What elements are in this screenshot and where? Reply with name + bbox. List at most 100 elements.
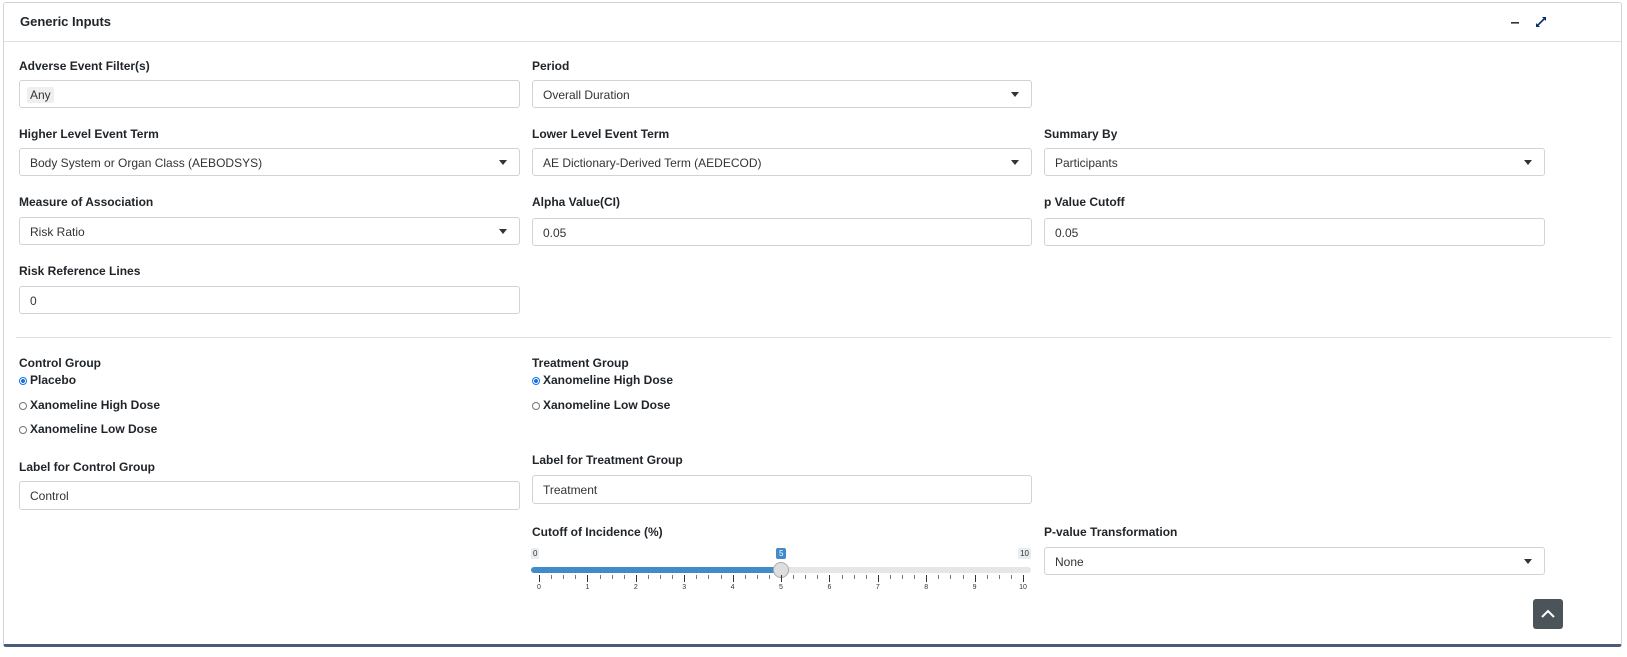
- trt-label-label: Label for Treatment Group: [532, 453, 683, 467]
- alpha-input[interactable]: 0.05: [532, 218, 1032, 246]
- slider-minor-tick: [672, 575, 674, 579]
- caret-down-icon: [499, 229, 507, 234]
- slider-minor-tick: [902, 575, 903, 579]
- control-radio-high-dose[interactable]: Xanomeline High Dose: [19, 398, 160, 412]
- slider-minor-tick: [986, 575, 988, 579]
- scroll-to-top-button[interactable]: [1533, 599, 1563, 629]
- expand-button[interactable]: [1532, 13, 1550, 31]
- slider-minor-tick: [865, 575, 867, 579]
- minus-icon: [1506, 13, 1524, 31]
- slider-minor-tick: [660, 575, 661, 579]
- slider-minor-tick: [793, 575, 795, 579]
- p-cutoff-input[interactable]: 0.05: [1044, 218, 1545, 246]
- slider-minor-tick: [938, 575, 940, 579]
- slider-minor-tick: [623, 575, 625, 579]
- card-title: Generic Inputs: [20, 14, 112, 29]
- period-select[interactable]: Overall Duration: [532, 80, 1032, 108]
- risk-ref-value: 0: [30, 294, 37, 308]
- alpha-value: 0.05: [543, 226, 567, 240]
- cutoff-slider[interactable]: 0 5 10 0 1 2 3 4 5 6 7 8 9 10: [531, 548, 1031, 598]
- radio-label: Xanomeline Low Dose: [543, 398, 671, 412]
- slider-tick-label: 9: [972, 584, 977, 591]
- ctrl-label-label: Label for Control Group: [19, 460, 155, 474]
- caret-down-icon: [1524, 160, 1532, 165]
- radio-unchecked-icon: [532, 402, 540, 410]
- caret-down-icon: [1011, 160, 1019, 165]
- treatment-radio-high-dose[interactable]: Xanomeline High Dose: [532, 373, 673, 387]
- slider-major-tick: [829, 575, 831, 582]
- trt-label-input[interactable]: Treatment: [532, 475, 1032, 504]
- minimize-button[interactable]: [1506, 13, 1524, 31]
- slider-major-tick: [684, 575, 686, 582]
- hlt-select[interactable]: Body System or Organ Class (AEBODSYS): [19, 148, 520, 176]
- slider-value-label: 5: [776, 548, 787, 559]
- slider-tick-label: 1: [585, 584, 590, 591]
- slider-minor-tick: [744, 575, 746, 579]
- slider-major-tick: [587, 575, 589, 582]
- slider-minor-tick: [853, 575, 855, 579]
- slider-minor-tick: [889, 575, 891, 579]
- slider-major-tick: [781, 575, 782, 582]
- slider-minor-tick: [720, 575, 722, 579]
- section-divider: [16, 337, 1611, 338]
- card-header: Generic Inputs: [4, 3, 1621, 42]
- summary-by-value: Participants: [1055, 156, 1118, 170]
- radio-unchecked-icon: [19, 402, 27, 410]
- llt-select[interactable]: AE Dictionary-Derived Term (AEDECOD): [532, 148, 1032, 176]
- slider-minor-tick: [950, 575, 952, 579]
- slider-ticks: 0 1 2 3 4 5 6 7 8 9 10: [531, 575, 1031, 599]
- ctrl-label-value: Control: [30, 489, 69, 503]
- slider-tick-label: 3: [682, 584, 687, 591]
- treatment-group-label: Treatment Group: [532, 356, 629, 370]
- slider-minor-tick: [563, 575, 565, 579]
- llt-value: AE Dictionary-Derived Term (AEDECOD): [543, 156, 762, 170]
- slider-max-label: 10: [1018, 548, 1031, 559]
- risk-ref-label: Risk Reference Lines: [19, 264, 141, 278]
- ae-filter-label: Adverse Event Filter(s): [19, 59, 150, 73]
- radio-label: Placebo: [30, 373, 77, 387]
- slider-minor-tick: [998, 575, 1000, 579]
- measure-label: Measure of Association: [19, 195, 154, 209]
- slider-min-label: 0: [531, 548, 540, 559]
- slider-minor-tick: [611, 575, 613, 579]
- slider-minor-tick: [647, 575, 649, 579]
- slider-major-tick: [539, 575, 540, 582]
- risk-ref-input[interactable]: 0: [19, 286, 520, 314]
- period-value: Overall Duration: [543, 88, 630, 102]
- cutoff-slider-label: Cutoff of Incidence (%): [532, 525, 663, 539]
- pval-transform-label: P-value Transformation: [1044, 525, 1178, 539]
- slider-tick-label: 5: [779, 584, 783, 591]
- control-radio-low-dose[interactable]: Xanomeline Low Dose: [19, 422, 157, 436]
- caret-down-icon: [1011, 92, 1019, 97]
- period-label: Period: [532, 59, 570, 73]
- slider-major-tick: [1023, 575, 1024, 582]
- slider-tick-label: 7: [875, 584, 880, 591]
- caret-down-icon: [1524, 559, 1532, 564]
- ae-filter-input[interactable]: Any: [19, 80, 520, 108]
- slider-minor-tick: [599, 575, 601, 579]
- hlt-value: Body System or Organ Class (AEBODSYS): [30, 156, 263, 170]
- slider-tick-label: 2: [633, 584, 638, 591]
- summary-by-select[interactable]: Participants: [1044, 148, 1545, 176]
- ae-filter-chip[interactable]: Any: [27, 87, 54, 103]
- treatment-radio-low-dose[interactable]: Xanomeline Low Dose: [532, 398, 670, 412]
- radio-checked-icon: [532, 377, 540, 385]
- pval-transform-select[interactable]: None: [1044, 547, 1545, 575]
- summary-by-label: Summary By: [1044, 127, 1118, 141]
- slider-minor-tick: [756, 575, 758, 579]
- slider-tick-label: 0: [537, 584, 541, 591]
- ctrl-label-input[interactable]: Control: [19, 481, 520, 510]
- slider-tick-label: 6: [827, 584, 832, 591]
- control-group-label: Control Group: [19, 356, 101, 370]
- expand-icon: [1532, 13, 1550, 31]
- radio-label: Xanomeline Low Dose: [30, 422, 158, 436]
- slider-minor-tick: [914, 575, 916, 579]
- measure-select[interactable]: Risk Ratio: [19, 217, 520, 245]
- slider-minor-tick: [1010, 575, 1012, 579]
- slider-minor-tick: [817, 575, 819, 579]
- chevron-up-icon: [1533, 609, 1563, 633]
- slider-minor-tick: [962, 575, 964, 579]
- radio-checked-icon: [19, 377, 27, 385]
- control-radio-placebo[interactable]: Placebo: [19, 373, 76, 387]
- slider-minor-tick: [708, 575, 710, 579]
